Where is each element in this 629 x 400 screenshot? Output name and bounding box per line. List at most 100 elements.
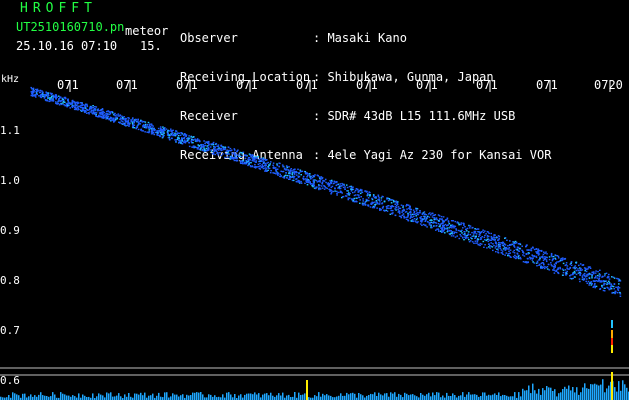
trace-pixel [239, 155, 241, 158]
trace-pixel [219, 152, 221, 154]
trace-pixel [450, 230, 452, 232]
trace-pixel [394, 203, 396, 205]
trace-pixel [73, 104, 75, 107]
trace-pixel [255, 161, 257, 163]
spectrum-bar [44, 395, 46, 400]
spectrum-bar [192, 392, 194, 400]
trace-pixel [595, 275, 597, 277]
spectrum-bar [134, 393, 136, 400]
trace-pixel [276, 163, 278, 165]
trace-pixel [472, 233, 475, 235]
trace-pixel [390, 202, 393, 204]
trace-pixel [274, 167, 276, 169]
trace-pixel [352, 191, 354, 194]
spectrum-bar [492, 394, 494, 400]
trace-pixel [491, 237, 494, 239]
trace-pixel [608, 288, 610, 291]
trace-pixel [413, 213, 416, 215]
trace-pixel [304, 182, 306, 184]
trace-pixel [36, 93, 38, 96]
trace-pixel [485, 233, 487, 235]
trace-pixel [614, 290, 617, 293]
spectrum-bar [228, 392, 230, 400]
trace-pixel [82, 109, 85, 112]
trace-pixel [606, 286, 608, 289]
spectrum-bar [506, 395, 508, 400]
trace-pixel [35, 96, 37, 98]
trace-pixel [354, 189, 357, 192]
trace-pixel [177, 137, 179, 139]
trace-pixel [272, 167, 275, 169]
trace-pixel [382, 205, 385, 208]
trace-pixel [252, 154, 254, 157]
spectrum-bar [490, 395, 492, 400]
spectrum-bar [422, 394, 424, 400]
trace-pixel [203, 140, 205, 142]
trace-pixel [341, 196, 344, 198]
spectrum-bar [40, 392, 42, 400]
trace-pixel [203, 148, 206, 150]
trace-pixel [278, 165, 280, 168]
trace-pixel [47, 92, 50, 94]
trace-pixel [415, 213, 417, 215]
trace-pixel [81, 102, 83, 105]
trace-pixel [477, 238, 479, 240]
trace-pixel [578, 264, 580, 267]
trace-pixel [204, 142, 206, 145]
spectrum-bar [498, 392, 500, 400]
spectrum-bar [12, 392, 14, 400]
trace-pixel [392, 199, 395, 202]
spectrum-bar [262, 394, 264, 400]
trace-pixel [452, 231, 454, 233]
trace-pixel [245, 163, 247, 165]
trace-pixel [389, 198, 392, 201]
trace-pixel [210, 150, 213, 153]
trace-pixel [344, 188, 346, 190]
trace-pixel [245, 160, 247, 162]
trace-pixel [153, 133, 156, 136]
trace-pixel [539, 257, 541, 260]
trace-pixel [544, 266, 546, 268]
trace-pixel [114, 117, 117, 119]
trace-pixel [604, 283, 606, 285]
trace-pixel [450, 235, 453, 237]
spectrum-bar [148, 395, 150, 400]
trace-pixel [254, 158, 256, 160]
trace-pixel [415, 218, 418, 221]
trace-pixel [267, 169, 269, 171]
trace-pixel [439, 230, 442, 232]
x-tick-marks [69, 80, 611, 92]
spectrum-bar [348, 394, 350, 400]
trace-pixel [107, 110, 110, 112]
trace-pixel [330, 182, 332, 185]
trace-pixel [421, 212, 424, 214]
trace-pixel [353, 197, 356, 200]
trace-pixel [321, 187, 324, 189]
trace-pixel [340, 185, 342, 187]
trace-pixel [66, 106, 68, 108]
trace-pixel [597, 280, 599, 283]
trace-pixel [162, 136, 164, 138]
spectrum-bar [350, 393, 352, 400]
trace-pixel [400, 216, 403, 219]
trace-pixel [540, 262, 543, 265]
trace-pixel [409, 208, 412, 211]
spectrum-bar [114, 396, 116, 400]
trace-pixel [207, 146, 210, 149]
trace-pixel [141, 121, 144, 123]
spectrum-bar [28, 396, 30, 400]
trace-pixel [454, 231, 456, 233]
trace-pixel [251, 165, 254, 168]
spectrum-bar [256, 394, 258, 400]
trace-pixel [440, 218, 443, 220]
trace-pixel [435, 222, 438, 224]
trace-pixel [182, 141, 185, 143]
trace-pixel [277, 174, 279, 176]
trace-pixel [181, 138, 183, 140]
spectrum-bar [496, 395, 498, 400]
trace-pixel [376, 201, 378, 203]
trace-pixel [317, 175, 319, 177]
trace-pixel [199, 149, 202, 151]
trace-pixel [347, 198, 350, 201]
trace-pixel [407, 214, 409, 217]
